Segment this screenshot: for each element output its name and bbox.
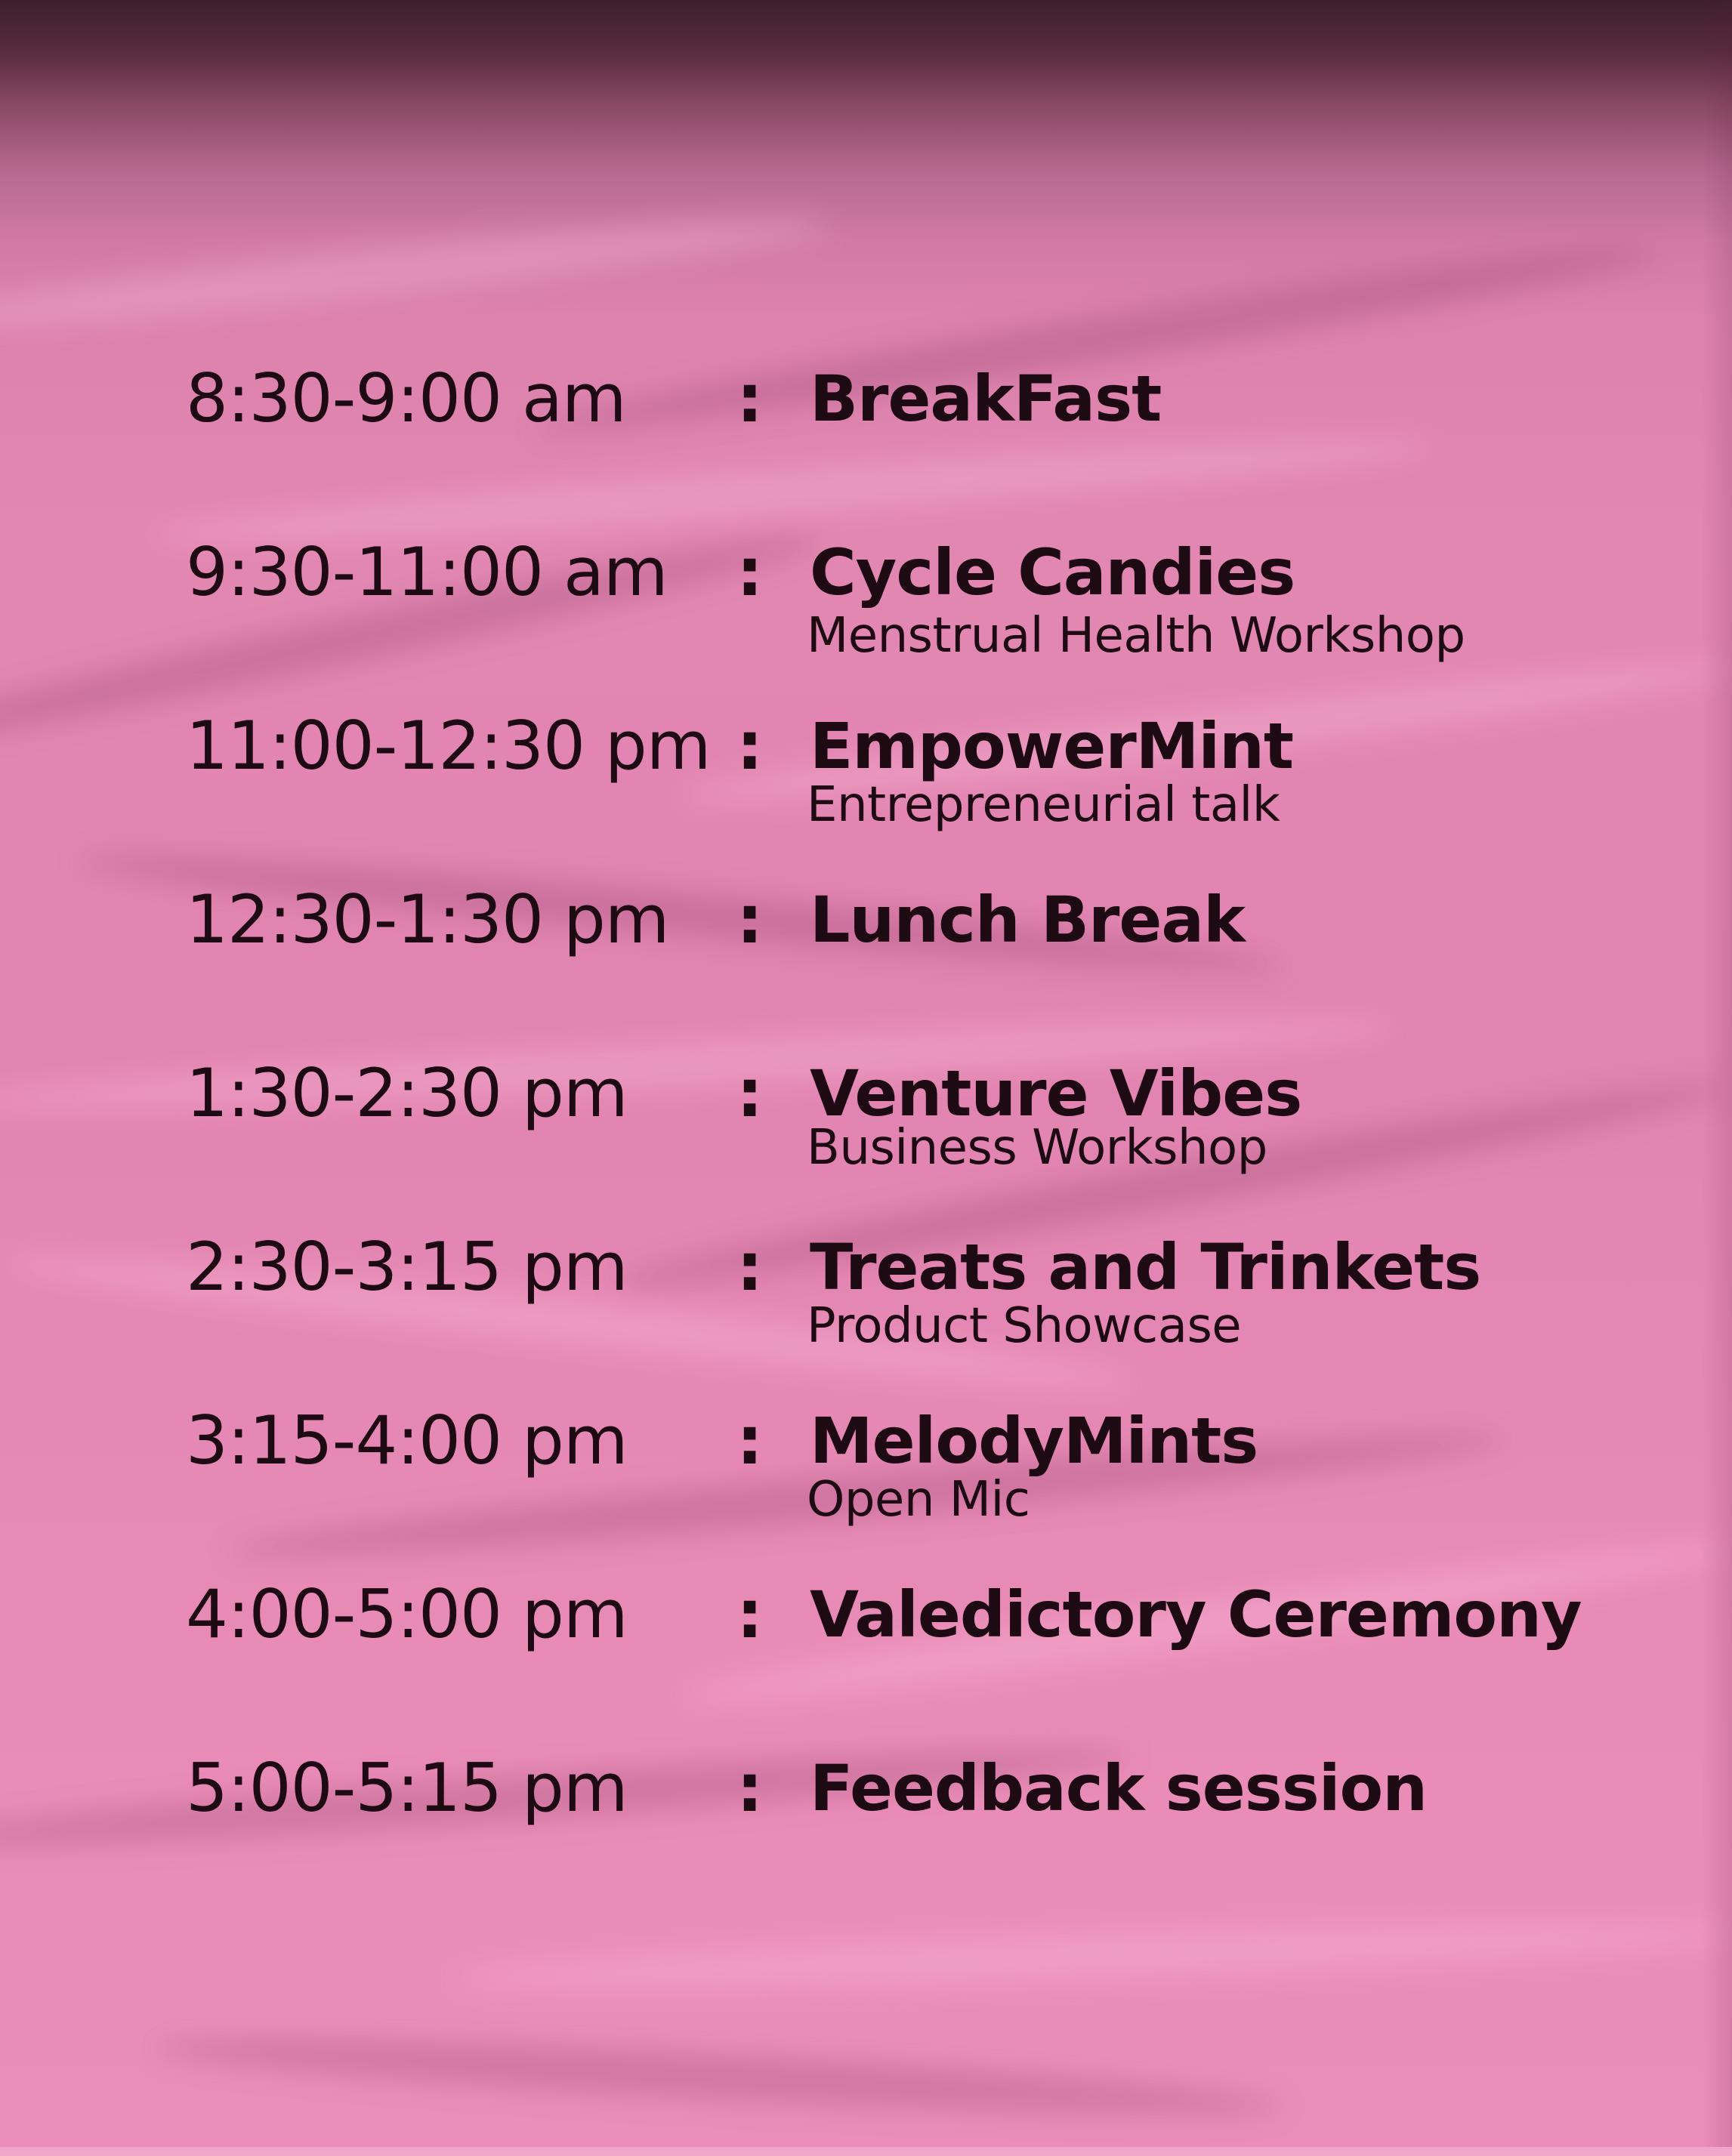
schedule-row: 2:30-3:15 pm : Treats and Trinkets Produ… xyxy=(0,1229,1732,1380)
session-title: Feedback session xyxy=(810,1751,1428,1825)
session-title: Valedictory Ceremony xyxy=(810,1578,1582,1652)
event-schedule: 8:30-9:00 am : BreakFast 9:30-11:00 am :… xyxy=(0,0,1732,2156)
time-range: 1:30-2:30 pm xyxy=(186,1054,628,1132)
session-title: MelodyMints xyxy=(810,1404,1258,1478)
time-separator: : xyxy=(736,533,764,611)
schedule-row: 9:30-11:00 am : Cycle Candies Menstrual … xyxy=(0,535,1732,686)
schedule-row: 11:00-12:30 pm : EmpowerMint Entrepreneu… xyxy=(0,708,1732,859)
session-subtitle: Open Mic xyxy=(807,1472,1030,1528)
time-separator: : xyxy=(736,359,764,437)
time-separator: : xyxy=(736,1054,764,1132)
time-range: 11:00-12:30 pm xyxy=(186,707,712,785)
session-title: Lunch Break xyxy=(810,883,1246,957)
time-range: 8:30-9:00 am xyxy=(186,359,627,437)
time-range: 4:00-5:00 pm xyxy=(186,1575,628,1653)
session-title: Treats and Trinkets xyxy=(810,1230,1481,1304)
session-title: EmpowerMint xyxy=(810,709,1294,783)
session-subtitle: Product Showcase xyxy=(807,1298,1242,1354)
schedule-row: 8:30-9:00 am : BreakFast xyxy=(0,361,1732,512)
time-separator: : xyxy=(736,1575,764,1653)
schedule-row: 12:30-1:30 pm : Lunch Break xyxy=(0,882,1732,1033)
time-separator: : xyxy=(736,1749,764,1827)
session-subtitle: Business Workshop xyxy=(807,1120,1267,1176)
schedule-row: 1:30-2:30 pm : Venture Vibes Business Wo… xyxy=(0,1056,1732,1207)
time-separator: : xyxy=(736,707,764,785)
time-separator: : xyxy=(736,881,764,958)
time-range: 5:00-5:15 pm xyxy=(186,1749,628,1827)
schedule-row: 4:00-5:00 pm : Valedictory Ceremony xyxy=(0,1577,1732,1728)
session-subtitle: Menstrual Health Workshop xyxy=(807,608,1465,664)
time-separator: : xyxy=(736,1228,764,1306)
time-range: 2:30-3:15 pm xyxy=(186,1228,628,1306)
time-range: 3:15-4:00 pm xyxy=(186,1402,628,1479)
time-range: 9:30-11:00 am xyxy=(186,533,668,611)
session-title: Cycle Candies xyxy=(810,535,1295,609)
time-range: 12:30-1:30 pm xyxy=(186,881,670,958)
schedule-row: 3:15-4:00 pm : MelodyMints Open Mic xyxy=(0,1403,1732,1554)
session-title: BreakFast xyxy=(810,362,1162,436)
session-subtitle: Entrepreneurial talk xyxy=(807,777,1280,833)
time-separator: : xyxy=(736,1402,764,1479)
schedule-row: 5:00-5:15 pm : Feedback session xyxy=(0,1750,1732,1902)
